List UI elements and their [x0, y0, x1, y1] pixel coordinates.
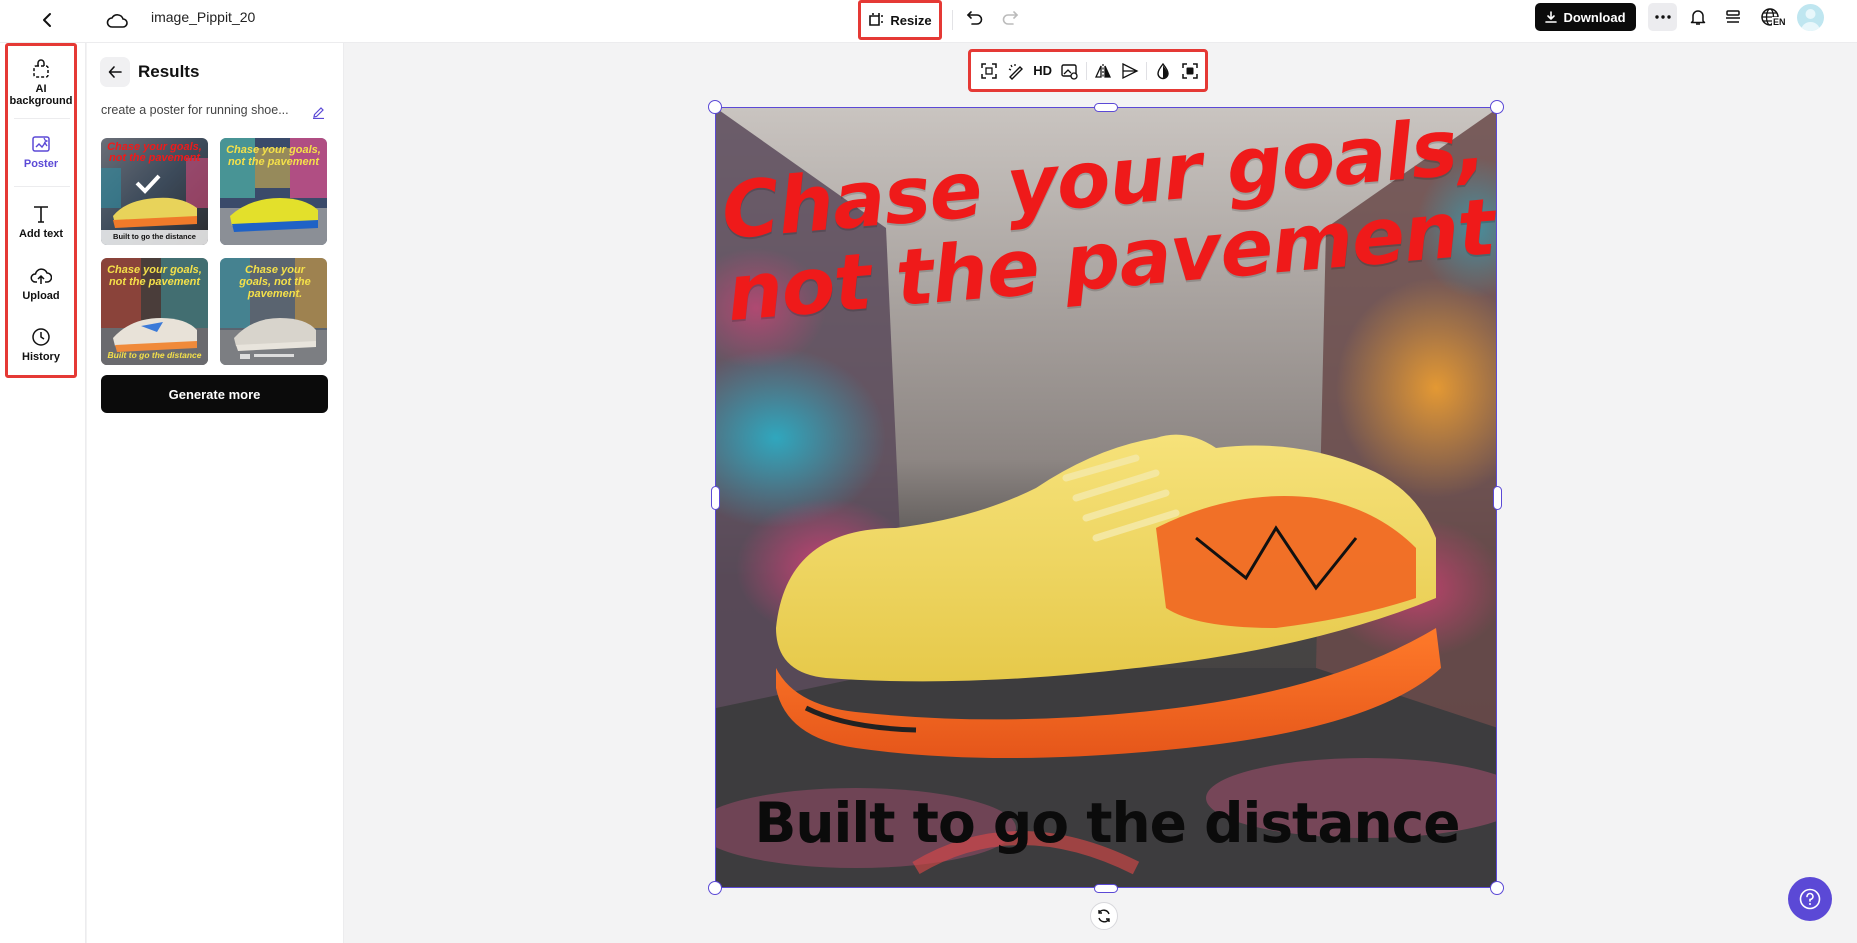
rotate-button[interactable]: [1090, 902, 1118, 930]
hd-icon[interactable]: HD: [1031, 57, 1054, 85]
resize-handle-left[interactable]: [711, 486, 720, 510]
more-options-button[interactable]: [1648, 3, 1677, 31]
nav-item-upload[interactable]: Upload: [8, 265, 74, 302]
results-panel: Results create a poster for running shoe…: [87, 43, 344, 943]
nav-item-poster[interactable]: Poster: [8, 133, 74, 170]
toolbar-separator: [1085, 61, 1087, 80]
bag-icon: [33, 59, 49, 78]
project-title[interactable]: image_Pippit_20: [151, 9, 255, 25]
layers-button[interactable]: [1721, 5, 1745, 29]
nav-item-add-text[interactable]: Add text: [8, 203, 74, 240]
poster-icon: [32, 136, 50, 152]
result-thumbnail[interactable]: Chase your goals, not the pavement.: [220, 258, 327, 365]
resize-handle-top-left[interactable]: [708, 100, 722, 114]
thumbnail-subtitle: Built to go the distance: [113, 232, 196, 241]
pencil-icon: [312, 106, 324, 119]
text-icon: [34, 206, 48, 223]
edit-prompt-button[interactable]: [309, 103, 327, 121]
expand-icon[interactable]: [978, 57, 1001, 85]
undo-icon: [966, 11, 983, 25]
avatar[interactable]: [1797, 4, 1824, 31]
opacity-icon[interactable]: [1152, 57, 1175, 85]
resize-handle-right[interactable]: [1493, 486, 1502, 510]
results-title: Results: [138, 62, 200, 81]
resize-icon: [869, 13, 884, 26]
nav-label-history: History: [22, 351, 60, 363]
results-back-button[interactable]: [100, 57, 130, 87]
thumbnail-headline: Chase your goals, not the pavement: [107, 264, 202, 288]
nav-item-history[interactable]: History: [8, 326, 74, 363]
resize-handle-top[interactable]: [1094, 103, 1118, 112]
divider: [952, 10, 953, 30]
thumbnail-subtitle: Built to go the distance: [107, 350, 202, 360]
download-label: Download: [1563, 9, 1626, 25]
poster-tagline[interactable]: Built to go the distance: [716, 791, 1496, 855]
resize-handle-bottom[interactable]: [1094, 884, 1118, 893]
question-icon: [1799, 888, 1821, 910]
download-button[interactable]: Download: [1535, 3, 1636, 31]
resize-label: Resize: [890, 12, 932, 28]
resize-button[interactable]: Resize: [858, 0, 942, 40]
download-icon: [1545, 11, 1558, 23]
canvas-area: HD Chase your goals, not the pavement Bu…: [345, 43, 1857, 943]
align-icon[interactable]: [1118, 57, 1141, 85]
resize-handle-top-right[interactable]: [1490, 100, 1504, 114]
chevron-left-icon: [43, 13, 51, 27]
nav-label-add-text: Add text: [19, 228, 63, 240]
nav-label-poster: Poster: [23, 158, 59, 170]
poster-image[interactable]: Chase your goals, not the pavement Built…: [715, 107, 1497, 888]
prompt-text: create a poster for running shoe...: [101, 103, 289, 117]
nav-label-ai-background: AI background: [9, 83, 73, 107]
top-bar: image_Pippit_20 Resize Download EN: [0, 0, 1857, 43]
nav-label-upload: Upload: [22, 290, 60, 302]
result-thumbnail[interactable]: Chase your goals, not the pavement Built…: [101, 258, 208, 365]
language-code: EN: [1772, 17, 1787, 27]
clock-icon: [32, 328, 50, 346]
nav-item-ai-background[interactable]: AI background: [8, 58, 74, 107]
toolbar-separator: [1145, 61, 1147, 80]
left-nav: AI background Poster Add text Upload His…: [0, 43, 86, 943]
image-replace-icon[interactable]: [1058, 57, 1081, 85]
back-button[interactable]: [36, 8, 60, 32]
rotate-icon: [1098, 909, 1110, 923]
cutout-icon[interactable]: [1178, 57, 1201, 85]
bell-icon: [1690, 10, 1706, 25]
help-button[interactable]: [1788, 877, 1832, 921]
user-icon: [1801, 9, 1820, 31]
thumbnail-headline: Chase your goals, not the pavement.: [239, 264, 311, 300]
cloud-save-icon[interactable]: [104, 8, 130, 34]
more-icon: [1654, 15, 1671, 19]
generate-more-button[interactable]: Generate more: [101, 375, 328, 413]
nav-separator: [14, 186, 70, 187]
nav-separator: [14, 118, 70, 119]
cloud-upload-icon: [30, 268, 52, 284]
notifications-button[interactable]: [1686, 5, 1710, 29]
thumbnail-headline: Chase your goals, not the pavement: [107, 141, 202, 164]
redo-icon: [1002, 11, 1019, 25]
redo-button[interactable]: [998, 6, 1022, 30]
language-button[interactable]: EN: [1756, 4, 1787, 32]
thumbnail-headline: Chase your goals, not the pavement: [226, 144, 321, 168]
arrow-left-icon: [108, 66, 122, 78]
flip-icon[interactable]: [1092, 57, 1115, 85]
result-thumbnail[interactable]: Chase your goals, not the pavement Built…: [101, 138, 208, 245]
resize-handle-bottom-right[interactable]: [1490, 881, 1504, 895]
layers-icon: [1726, 10, 1740, 23]
undo-button[interactable]: [963, 6, 987, 30]
magic-eraser-icon[interactable]: [1005, 57, 1028, 85]
image-toolbar: HD: [968, 49, 1208, 92]
resize-handle-bottom-left[interactable]: [708, 881, 722, 895]
result-thumbnail[interactable]: Chase your goals, not the pavement: [220, 138, 327, 245]
